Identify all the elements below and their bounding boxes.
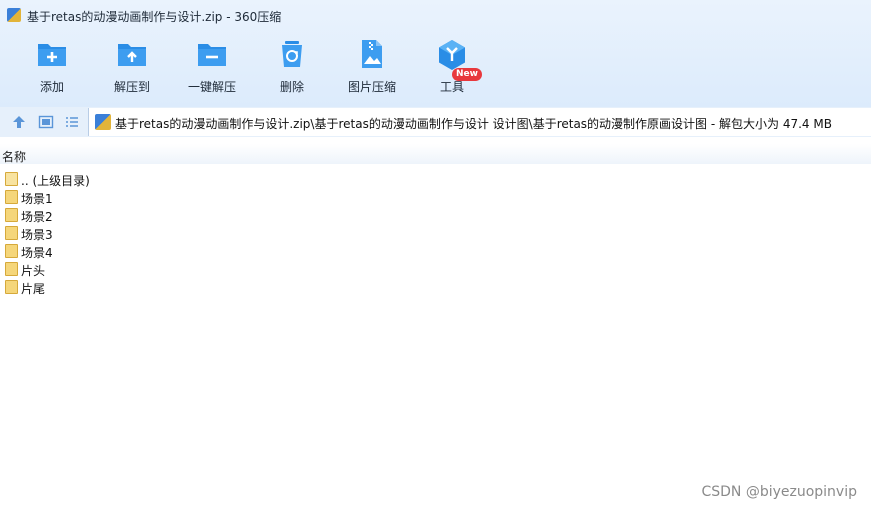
list-item[interactable]: 场景3 xyxy=(0,224,871,242)
add-button[interactable]: 添加 xyxy=(12,36,92,98)
up-arrow-icon[interactable] xyxy=(11,114,27,130)
archive-app-icon xyxy=(7,8,21,22)
folder-icon xyxy=(5,244,18,258)
one-click-extract-button[interactable]: 一键解压 xyxy=(172,36,252,98)
one-click-extract-icon xyxy=(198,44,226,66)
folder-up-icon xyxy=(5,172,18,186)
recycle-bin-icon xyxy=(282,41,302,67)
archive-icon xyxy=(95,114,111,130)
folder-icon xyxy=(5,226,18,240)
image-compress-label: 图片压缩 xyxy=(347,80,396,94)
folder-icon xyxy=(5,190,18,204)
file-name: .. (上级目录) xyxy=(21,174,90,188)
list-item-parent-directory[interactable]: .. (上级目录) xyxy=(0,170,871,188)
address-bar[interactable]: 基于retas的动漫动画制作与设计.zip\基于retas的动漫动画制作与设计 … xyxy=(88,108,871,136)
folder-icon xyxy=(5,280,18,294)
extract-to-button[interactable]: 解压到 xyxy=(92,36,172,98)
file-list: .. (上级目录) 场景1 场景2 场景3 场景4 片头 片尾 xyxy=(0,170,871,296)
folder-icon xyxy=(5,208,18,222)
toolbar: 添加 解压到 一键解压 删除 图片压缩 工具 New xyxy=(0,36,871,100)
list-item[interactable]: 片尾 xyxy=(0,278,871,296)
archive-path: 基于retas的动漫动画制作与设计.zip\基于retas的动漫动画制作与设计 … xyxy=(115,117,832,131)
file-name: 场景4 xyxy=(21,246,53,260)
list-item[interactable]: 场景4 xyxy=(0,242,871,260)
image-compress-icon xyxy=(362,40,382,68)
file-name: 片尾 xyxy=(21,282,46,296)
delete-label: 删除 xyxy=(279,80,304,94)
add-label: 添加 xyxy=(39,80,64,94)
thumbnail-view-icon[interactable] xyxy=(38,114,54,130)
list-item[interactable]: 场景2 xyxy=(0,206,871,224)
file-name: 场景1 xyxy=(21,192,53,206)
list-view-icon[interactable] xyxy=(64,114,80,130)
list-item[interactable]: 片头 xyxy=(0,260,871,278)
add-folder-icon xyxy=(38,44,66,66)
tools-label: 工具 xyxy=(439,80,464,94)
tools-button[interactable]: 工具 xyxy=(412,36,492,98)
column-header-name[interactable]: 名称 xyxy=(0,144,871,164)
header-area: 基于retas的动漫动画制作与设计.zip - 360压缩 添加 解压到 一键解… xyxy=(0,0,871,107)
image-compress-button[interactable]: 图片压缩 xyxy=(332,36,412,98)
file-name: 片头 xyxy=(21,264,46,278)
column-name-label: 名称 xyxy=(2,150,27,164)
folder-icon xyxy=(5,262,18,276)
file-name: 场景2 xyxy=(21,210,53,224)
extract-to-icon xyxy=(118,44,146,66)
one-click-extract-label: 一键解压 xyxy=(187,80,236,94)
window-title: 基于retas的动漫动画制作与设计.zip - 360压缩 xyxy=(27,10,282,24)
navigation-bar: 基于retas的动漫动画制作与设计.zip\基于retas的动漫动画制作与设计 … xyxy=(0,107,871,137)
extract-to-label: 解压到 xyxy=(113,80,150,94)
watermark: CSDN @biyezuopinvip xyxy=(701,484,857,500)
title-bar: 基于retas的动漫动画制作与设计.zip - 360压缩 xyxy=(0,0,871,30)
new-badge: New xyxy=(452,68,482,81)
list-item[interactable]: 场景1 xyxy=(0,188,871,206)
tools-icon xyxy=(439,40,465,70)
delete-button[interactable]: 删除 xyxy=(252,36,332,98)
file-name: 场景3 xyxy=(21,228,53,242)
